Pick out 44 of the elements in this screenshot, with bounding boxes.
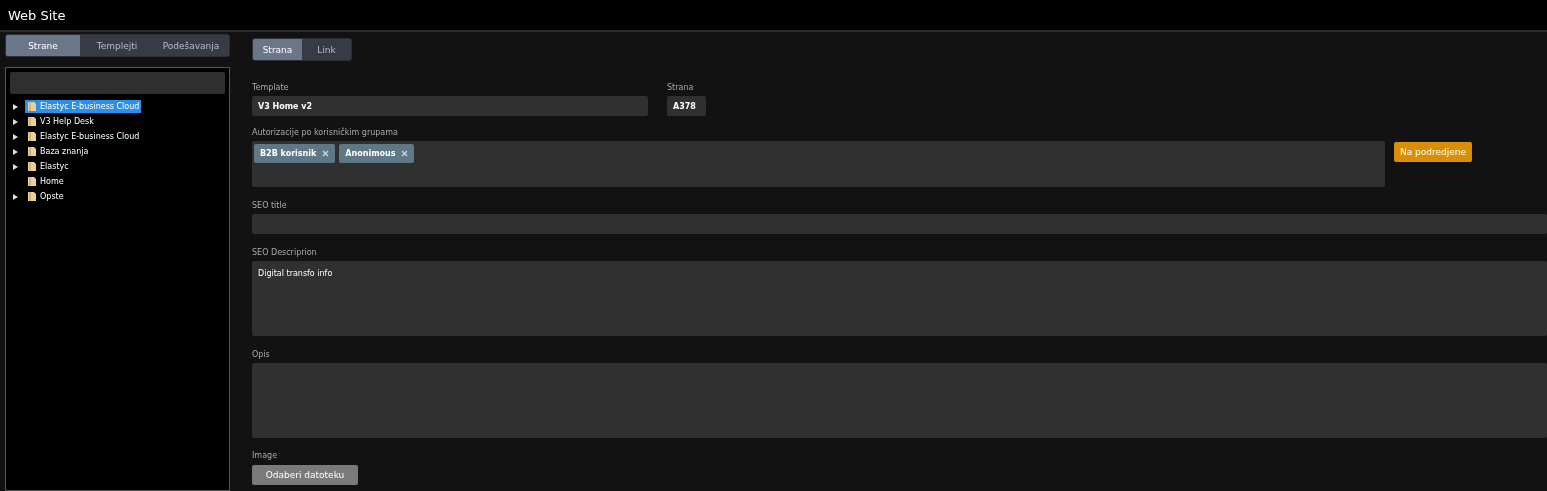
tab[interactable]: Link	[302, 39, 351, 60]
tab[interactable]: Strane	[6, 35, 80, 56]
tree-item[interactable]: V3 Help Desk	[25, 115, 96, 128]
tree-item[interactable]: Home	[25, 175, 66, 188]
seo-title-field[interactable]	[252, 214, 1547, 234]
field-label: SEO Descriprion	[252, 248, 318, 259]
field-label: SEO title	[252, 201, 288, 212]
tab[interactable]: Podešavanja	[154, 35, 228, 56]
expand-arrow-icon[interactable]	[13, 103, 18, 110]
expand-arrow-icon[interactable]	[13, 193, 18, 200]
expand-arrow-icon[interactable]	[13, 163, 18, 170]
group-tag: B2B korisnik	[254, 144, 336, 163]
expand-arrow-icon[interactable]	[13, 148, 18, 155]
page-icon	[27, 161, 37, 172]
field-label: Strana	[667, 83, 695, 94]
tree-item[interactable]: Elastyc	[25, 160, 71, 173]
page-icon	[27, 176, 37, 187]
description-field[interactable]	[252, 363, 1547, 438]
seo-description-field[interactable]: Digital transfo info	[252, 261, 1547, 336]
template-field[interactable]: V3 Home v2	[252, 96, 648, 116]
tree-item[interactable]: Opste	[25, 190, 66, 203]
group-tag: Anonimous	[339, 144, 415, 163]
page-field[interactable]: A378	[667, 96, 706, 116]
field-label: Image	[252, 451, 279, 462]
close-icon[interactable]	[322, 150, 330, 157]
tab[interactable]: Templejti	[80, 35, 154, 56]
field-label: Autorizacije po korisničkim grupama	[252, 128, 399, 139]
choose-file-button[interactable]: Odaberi datoteku	[252, 465, 358, 485]
page-icon	[27, 101, 37, 112]
field-label: Opis	[252, 350, 271, 361]
field-label: Template	[252, 83, 290, 94]
page-icon	[27, 191, 37, 202]
close-icon[interactable]	[401, 150, 409, 157]
tree-item[interactable]: Elastyc E-business Cloud	[25, 130, 142, 143]
search-field[interactable]	[10, 72, 225, 94]
page-icon	[27, 131, 37, 142]
expand-arrow-icon[interactable]	[13, 133, 18, 140]
expand-arrow-icon[interactable]	[13, 118, 18, 125]
tags-field[interactable]: B2B korisnik Anonimous	[252, 141, 1385, 187]
window-title: Web Site	[8, 7, 66, 23]
tab[interactable]: Strana	[253, 39, 302, 60]
page-icon	[27, 116, 37, 127]
tree-item[interactable]: Baza znanja	[25, 145, 91, 158]
page-icon	[27, 146, 37, 157]
